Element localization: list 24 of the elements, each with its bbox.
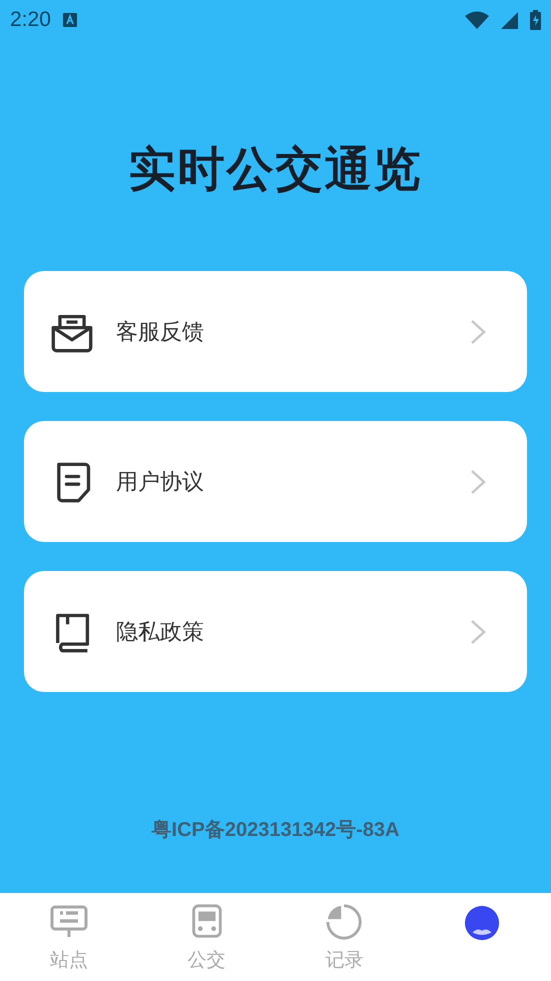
menu-item[interactable]: 隐私政策 [24,571,527,692]
menu-item[interactable]: 客服反馈 [24,271,527,392]
icp-number[interactable]: 粤ICP备2023131342号-83A [0,816,551,843]
keyboard-icon [62,13,77,27]
menu-label: 用户协议 [116,468,205,496]
pie-chart-icon[interactable] [324,903,364,941]
battery-icon [530,10,541,30]
chevron-right-icon [469,468,487,496]
tab-label: 站点 [50,949,88,973]
app-title: 实时公交通览 [128,141,424,199]
tab-label: 公交 [188,949,226,973]
chevron-right-icon [469,318,487,346]
menu-label: 客服反馈 [116,318,205,346]
wifi-icon [465,11,489,29]
signal-icon [501,12,518,28]
menu-item[interactable]: 用户协议 [24,421,527,542]
nav-tab[interactable]: 站点 [0,893,138,981]
chevron-right-icon [469,618,487,646]
nav-tab[interactable]: 公交 [138,893,276,981]
clock-time: 2:20 [10,8,51,32]
tab-label: 记录 [325,949,364,973]
avatar-icon[interactable] [463,903,502,943]
nav-tab[interactable]: 记录 [276,893,414,981]
menu-label: 隐私政策 [116,618,205,646]
